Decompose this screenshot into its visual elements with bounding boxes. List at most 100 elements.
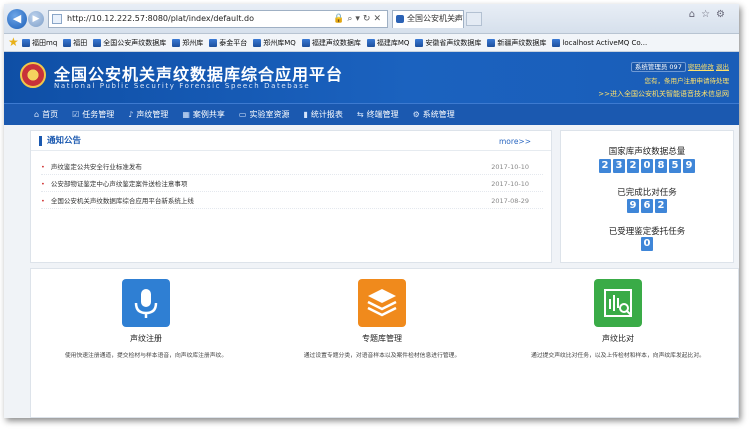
notice-text[interactable]: 公安部物证鉴定中心声纹鉴定案件送检注意事项 xyxy=(51,180,188,188)
microphone-icon[interactable] xyxy=(122,279,170,327)
app-voiceprint-compare[interactable]: 声纹比对 通过提交声纹比对任务，以及上传检材和样本，向声纹库发起比对。 xyxy=(503,279,733,359)
favorite-page-icon xyxy=(93,39,102,47)
nav-item[interactable]: ⇆ 终端管理 xyxy=(357,109,399,120)
app-name: 声纹比对 xyxy=(602,334,634,343)
favorite-label: 福建声纹数据库 xyxy=(311,39,361,47)
favorite-page-icon xyxy=(415,39,424,47)
counter-digit: 3 xyxy=(613,159,625,173)
counter-digit: 8 xyxy=(655,159,667,173)
favorite-page-icon xyxy=(552,39,561,47)
favorite-item[interactable]: 新疆声纹数据库 xyxy=(487,38,546,48)
favorite-item[interactable]: 福田 xyxy=(63,38,87,48)
site-header: 全国公安机关声纹数据库综合应用平台 National Public Securi… xyxy=(4,52,739,103)
nav-item[interactable]: ⚙ 系统管理 xyxy=(413,109,455,120)
favorites-list: 福田mq 福田 全国公安声纹数据库 郑州库 泰金平台 郑州库MQ 福建声纹数据库 福建库MQ 安… xyxy=(22,34,647,51)
url-text: http://10.12.222.57:8080/plat/index/defa… xyxy=(67,14,254,23)
notice-row[interactable]: • 全国公安机关声纹数据库综合应用平台新系统上线 2017-08-29 xyxy=(41,193,543,209)
forward-button[interactable]: ▶ xyxy=(28,11,44,27)
favorite-label: 郑州库MQ xyxy=(263,39,296,47)
total-voiceprint-label: 国家库声纹数据总量 xyxy=(608,147,686,157)
browser-tools-icons[interactable]: ⌂☆⚙ xyxy=(689,9,731,20)
favorite-page-icon xyxy=(366,39,375,47)
address-tools-icon[interactable]: 🔒⌕▾↻✕ xyxy=(333,11,384,27)
notice-row[interactable]: • 公安部物证鉴定中心声纹鉴定案件送检注意事项 2017-10-10 xyxy=(41,176,543,192)
nav-item[interactable]: ☑ 任务管理 xyxy=(72,109,114,120)
nav-label: 案例共享 xyxy=(192,110,225,119)
user-box: 系统管理员 097 密码修改 退出 您有，条用户注册申请待处理 >>进入全国公安… xyxy=(598,61,729,99)
nav-label: 实验室资源 xyxy=(249,110,290,119)
bullet-icon: • xyxy=(41,197,45,205)
apps-panel: 声纹注册 使用快速注册通道，提交检材与样本语音，向声纹库注册声纹。 专题库管理 … xyxy=(30,268,739,418)
favorite-page-icon xyxy=(22,39,30,47)
notice-header: 通知公告 more>> xyxy=(31,131,551,151)
favorite-item[interactable]: 郑州库 xyxy=(172,38,203,48)
user-line: 系统管理员 097 密码修改 退出 xyxy=(598,61,729,72)
nav-item[interactable]: ▦ 案例共享 xyxy=(182,109,225,120)
back-button[interactable]: ◀ xyxy=(7,9,27,29)
tab-favicon-icon xyxy=(396,15,404,23)
favorite-page-icon xyxy=(301,39,310,47)
favorite-item[interactable]: 福建声纹数据库 xyxy=(301,38,361,48)
favorite-item[interactable]: 福田mq xyxy=(22,38,57,48)
favorites-bar: ★ 福田mq 福田 全国公安声纹数据库 郑州库 泰金平台 郑州库MQ 福建声纹数据库 福建库M… xyxy=(4,34,739,52)
favorite-label: 新疆声纹数据库 xyxy=(497,39,547,47)
notice-text[interactable]: 声纹鉴定公共安全行业标准发布 xyxy=(51,163,142,171)
nav-icon: ⌂ xyxy=(34,110,40,119)
voice-tech-site-link[interactable]: >>进入全国公安机关智能语音技术信息网 xyxy=(598,89,729,99)
site-subtitle: National Public Security Forensic Speech… xyxy=(54,82,311,90)
address-bar[interactable]: http://10.12.222.57:8080/plat/index/defa… xyxy=(48,10,388,28)
favorite-page-icon xyxy=(209,39,218,47)
favorite-label: 全国公安声纹数据库 xyxy=(103,39,167,47)
counter-digit: 2 xyxy=(655,199,667,213)
nav-item[interactable]: ▮ 统计报表 xyxy=(303,109,342,120)
notice-date: 2017-10-10 xyxy=(491,180,529,188)
nav-label: 声纹管理 xyxy=(136,110,169,119)
appraisal-tasks-label: 已受理鉴定委托任务 xyxy=(608,227,686,237)
favorite-label: 福建库MQ xyxy=(376,39,410,47)
tab-close-icon[interactable]: × xyxy=(453,11,460,27)
counter-digit: 6 xyxy=(641,199,653,213)
browser-tab[interactable]: 全国公安机关声纹... × xyxy=(392,10,464,28)
nav-icon: ▦ xyxy=(182,110,190,119)
favorite-item[interactable]: localhost ActiveMQ Co... xyxy=(552,39,647,47)
compare-tasks-label: 已完成比对任务 xyxy=(617,188,677,198)
stats-panel: 国家库声纹数据总量 2320859 已完成比对任务 962 已受理鉴定委托任务 … xyxy=(560,130,734,263)
notice-row[interactable]: • 声纹鉴定公共安全行业标准发布 2017-10-10 xyxy=(41,159,543,175)
nav-icon: ▭ xyxy=(238,110,247,119)
nav-item[interactable]: ⌂ 首页 xyxy=(34,109,58,120)
counter-digit: 9 xyxy=(683,159,695,173)
change-password-link[interactable]: 密码修改 xyxy=(688,63,714,71)
counter-digit: 2 xyxy=(627,159,639,173)
nav-icon: ⚙ xyxy=(412,110,420,119)
nav-label: 终端管理 xyxy=(366,110,399,119)
app-name: 专题库管理 xyxy=(362,334,402,343)
nav-icon: ▮ xyxy=(303,110,308,119)
notice-text[interactable]: 全国公安机关声纹数据库综合应用平台新系统上线 xyxy=(51,197,194,205)
more-link[interactable]: more>> xyxy=(499,137,531,146)
appraisal-tasks-counter: 0 xyxy=(561,237,733,251)
nav-item[interactable]: ▭ 实验室资源 xyxy=(239,109,290,120)
bullet-icon: • xyxy=(41,163,45,171)
favorite-label: 安徽省声纹数据库 xyxy=(425,39,482,47)
favorite-item[interactable]: 全国公安声纹数据库 xyxy=(93,38,166,48)
new-tab-button[interactable] xyxy=(466,12,482,26)
screenshot-frame: ◀ ▶ http://10.12.222.57:8080/plat/index/… xyxy=(4,4,739,418)
favorite-item[interactable]: 福建库MQ xyxy=(366,38,410,48)
favorite-item[interactable]: 安徽省声纹数据库 xyxy=(415,38,481,48)
favorite-label: 泰金平台 xyxy=(219,39,248,47)
notice-date: 2017-10-10 xyxy=(491,163,529,171)
favorite-page-icon xyxy=(487,39,496,47)
layers-icon[interactable] xyxy=(358,279,406,327)
registration-notice-link[interactable]: 您有，条用户注册申请待处理 xyxy=(598,75,730,85)
app-voiceprint-register[interactable]: 声纹注册 使用快速注册通道，提交检材与样本语音，向声纹库注册声纹。 xyxy=(31,279,261,359)
waveform-search-icon[interactable] xyxy=(594,279,642,327)
favorite-item[interactable]: 泰金平台 xyxy=(209,38,247,48)
favorite-page-icon xyxy=(253,39,262,47)
nav-item[interactable]: ♪ 声纹管理 xyxy=(128,109,168,120)
app-topic-library[interactable]: 专题库管理 通过设置专题分类，对语音样本以及案件检材信息进行管理。 xyxy=(267,279,497,359)
page-icon xyxy=(52,14,62,24)
logout-link[interactable]: 退出 xyxy=(716,63,729,71)
nav-label: 首页 xyxy=(42,110,59,119)
favorite-item[interactable]: 郑州库MQ xyxy=(253,38,296,48)
favorites-star-icon[interactable]: ★ xyxy=(8,36,19,49)
